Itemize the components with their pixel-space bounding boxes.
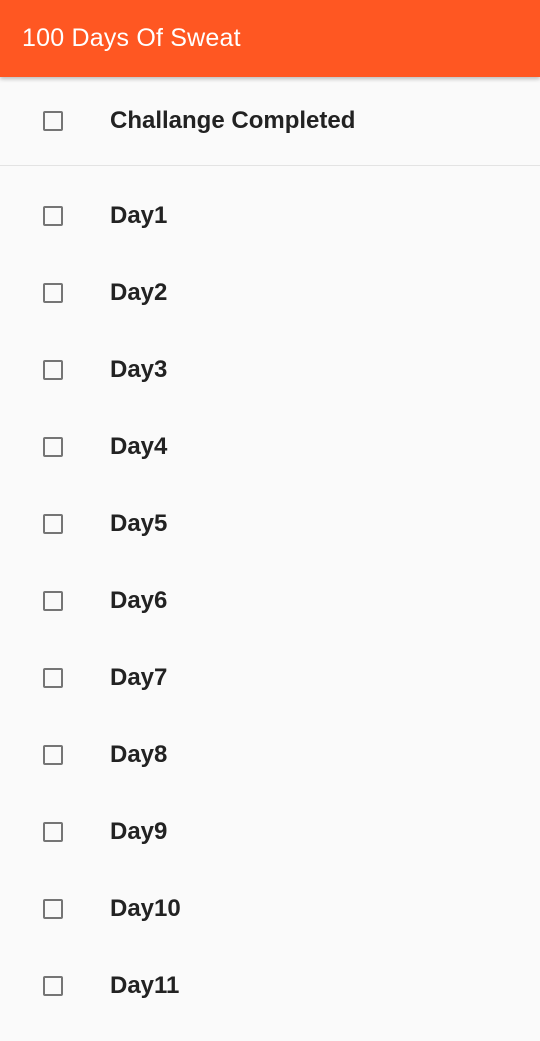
day-checkbox-8[interactable] xyxy=(43,744,63,765)
day-row-7[interactable]: Day7 xyxy=(0,639,540,716)
day-label-4: Day4 xyxy=(110,432,168,460)
challenge-completed-label: Challange Completed xyxy=(110,107,356,134)
day-checkbox-9[interactable] xyxy=(43,821,63,842)
app-title: 100 Days Of Sweat xyxy=(22,24,241,52)
challenge-completed-checkbox[interactable] xyxy=(43,111,63,131)
day-label-3: Day3 xyxy=(110,355,168,383)
day-row-11[interactable]: Day11 xyxy=(0,947,540,1024)
day-label-9: Day9 xyxy=(110,817,168,845)
day-row-10[interactable]: Day10 xyxy=(0,870,540,947)
day-row-2[interactable]: Day2 xyxy=(0,254,540,331)
day-label-6: Day6 xyxy=(110,586,168,614)
day-row-9[interactable]: Day9 xyxy=(0,793,540,870)
day-label-8: Day8 xyxy=(110,740,168,768)
day-label-7: Day7 xyxy=(110,663,168,691)
app-bar: 100 Days Of Sweat xyxy=(0,0,540,77)
day-row-4[interactable]: Day4 xyxy=(0,408,540,485)
day-checkbox-3[interactable] xyxy=(43,359,63,380)
day-checkbox-5[interactable] xyxy=(43,513,63,534)
day-label-1: Day1 xyxy=(110,201,168,229)
day-checkbox-2[interactable] xyxy=(43,282,63,303)
day-label-10: Day10 xyxy=(110,894,181,922)
day-label-2: Day2 xyxy=(110,278,168,306)
day-label-11: Day11 xyxy=(110,971,180,999)
day-row-5[interactable]: Day5 xyxy=(0,485,540,562)
day-list: Day1 Day2 Day3 Day4 Day5 Day6 Day7 Day8 … xyxy=(0,166,540,1024)
day-checkbox-11[interactable] xyxy=(43,975,63,996)
challenge-completed-row[interactable]: Challange Completed xyxy=(0,77,540,166)
day-checkbox-7[interactable] xyxy=(43,667,63,688)
day-checkbox-6[interactable] xyxy=(43,590,63,611)
day-label-5: Day5 xyxy=(110,509,168,537)
day-row-8[interactable]: Day8 xyxy=(0,716,540,793)
day-row-1[interactable]: Day1 xyxy=(0,177,540,254)
day-checkbox-10[interactable] xyxy=(43,898,63,919)
day-checkbox-1[interactable] xyxy=(43,205,63,226)
day-row-3[interactable]: Day3 xyxy=(0,331,540,408)
day-row-6[interactable]: Day6 xyxy=(0,562,540,639)
day-checkbox-4[interactable] xyxy=(43,436,63,457)
